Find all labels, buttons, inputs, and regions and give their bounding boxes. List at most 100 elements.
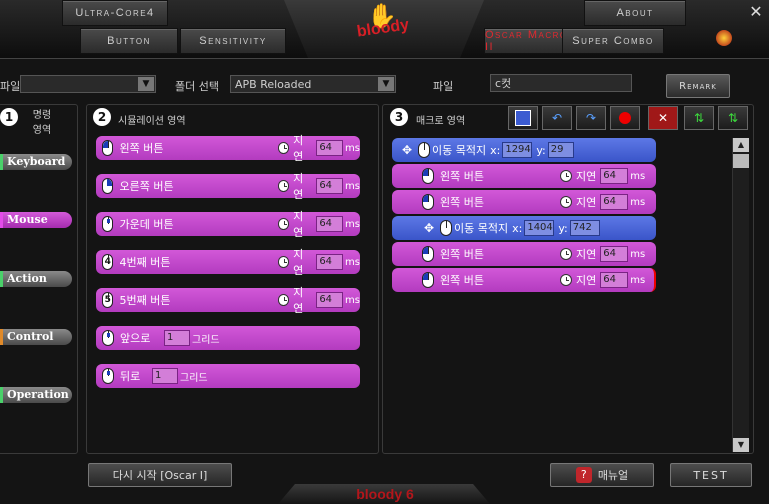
help-icon: ? [575, 467, 592, 483]
clock-icon [560, 196, 572, 208]
mouse-left-up-icon [422, 194, 434, 210]
mouse-button-5-icon: 5 [102, 292, 114, 308]
folder-select[interactable]: APB Reloaded ▼ [230, 75, 396, 93]
clock-icon [560, 248, 572, 260]
mouse-middle-icon [102, 216, 114, 232]
mouse-left-down-icon [422, 168, 434, 184]
sim-block-scroll-forward[interactable]: 앞으로 1 그리드 [96, 326, 360, 350]
category-operation[interactable]: Operation [0, 387, 72, 403]
delay-label: 지연 [576, 196, 597, 209]
macro-move-block[interactable]: ✥ 이동 목적지 x: 1404 y: 742 [392, 216, 656, 240]
delay-label: 지연 [293, 134, 304, 163]
category-control[interactable]: Control [0, 329, 72, 345]
delay-input[interactable]: 64 [316, 254, 344, 270]
macro-move-block[interactable]: ✥ 이동 목적지 x: 1294 y: 29 [392, 138, 656, 162]
lightbulb-icon[interactable] [716, 30, 732, 46]
sim-block-scroll-back[interactable]: 뒤로 1 그리드 [96, 364, 360, 388]
ms-unit: ms [345, 256, 360, 268]
category-keyboard[interactable]: Keyboard [0, 154, 72, 170]
mouse-icon [418, 142, 430, 158]
manual-button[interactable]: ? 매뉴얼 [550, 463, 654, 487]
macro-click-block[interactable]: 왼쪽 버튼 지연 64 ms [392, 190, 656, 214]
sim-block-button-4[interactable]: 4 4번째 버튼 지연 64 ms [96, 248, 360, 277]
ms-unit: ms [630, 196, 646, 208]
scroll-up-icon[interactable]: ▲ [733, 138, 749, 152]
category-action[interactable]: Action [0, 271, 72, 287]
mouse-scroll-icon [102, 368, 114, 384]
panel3-number: 3 [390, 108, 408, 126]
nav-ultra-core4[interactable]: Ultra-Core4 [62, 0, 168, 26]
panel1-number: 1 [0, 108, 18, 126]
scroll-thumb[interactable] [733, 154, 749, 168]
delay-input[interactable]: 64 [316, 140, 344, 156]
nav-sensitivity[interactable]: Sensitivity [180, 28, 286, 54]
y-label: y: [536, 143, 546, 157]
sim-block-left-button[interactable]: 왼쪽 버튼 지연 64 ms [96, 134, 360, 163]
test-button[interactable]: TEST [670, 463, 752, 487]
ms-unit: ms [345, 294, 360, 306]
y-input[interactable]: 742 [569, 220, 600, 236]
save-icon[interactable] [508, 106, 538, 130]
nav-super-combo[interactable]: Super Combo [562, 28, 664, 54]
ms-unit: ms [630, 248, 646, 260]
clock-icon [277, 218, 290, 230]
delay-label: 지연 [293, 172, 304, 201]
macro-block-label: 왼쪽 버튼 [440, 248, 484, 261]
sim-block-middle-button[interactable]: 가운데 버튼 지연 64 ms [96, 210, 360, 239]
redo-icon[interactable]: ↷ [576, 106, 606, 130]
macro-scrollbar[interactable]: ▲ ▼ [732, 138, 749, 452]
undo-icon[interactable]: ↶ [542, 106, 572, 130]
mouse-scroll-icon [102, 330, 114, 346]
clock-icon [277, 142, 290, 154]
panel1-title-line1: 명령 [32, 110, 52, 121]
nav-about[interactable]: About [584, 0, 686, 26]
close-icon[interactable]: ✕ [748, 4, 764, 20]
delay-input[interactable]: 64 [600, 194, 629, 210]
grid-count-input[interactable]: 1 [152, 368, 178, 384]
file-left-select[interactable]: ▼ [20, 75, 156, 93]
y-input[interactable]: 29 [547, 142, 574, 158]
delay-input[interactable]: 64 [600, 272, 629, 288]
sim-block-button-5[interactable]: 5 5번째 버튼 지연 64 ms [96, 286, 360, 315]
delay-label: 지연 [576, 170, 597, 183]
nav-button[interactable]: Button [80, 28, 178, 54]
remark-button[interactable]: Remark [666, 74, 730, 98]
mouse-left-down-icon [422, 246, 434, 262]
macro-click-block-selected[interactable]: 왼쪽 버튼 지연 64 ms [392, 268, 656, 292]
macro-block-label: 왼쪽 버튼 [440, 274, 484, 287]
delay-input[interactable]: 64 [316, 216, 344, 232]
sim-block-label: 가운데 버튼 [119, 218, 174, 231]
ms-unit: ms [630, 170, 646, 182]
restart-oscar-button[interactable]: 다시 시작 [Oscar I] [88, 463, 232, 487]
delay-label: 지연 [576, 248, 597, 261]
file-name-field[interactable]: c컷 [490, 74, 632, 92]
chevron-down-icon: ▼ [138, 77, 154, 91]
chevron-down-icon: ▼ [378, 77, 394, 91]
manual-label: 매뉴얼 [597, 469, 629, 482]
crosshair-icon: ✥ [401, 143, 413, 157]
category-mouse[interactable]: Mouse [0, 212, 72, 228]
delay-input[interactable]: 64 [316, 292, 344, 308]
record-icon[interactable] [610, 106, 640, 130]
delay-input[interactable]: 64 [600, 246, 629, 262]
mouse-button-4-icon: 4 [102, 254, 114, 270]
x-input[interactable]: 1404 [524, 220, 555, 236]
delete-icon[interactable]: ✕ [648, 106, 678, 130]
move-down-icon[interactable]: ⇅ [718, 106, 748, 130]
sim-block-label: 왼쪽 버튼 [119, 142, 164, 155]
move-up-icon[interactable]: ⇅ [684, 106, 714, 130]
macro-block-label: 왼쪽 버튼 [440, 170, 484, 183]
folder-select-label: 폴더 선택 [175, 80, 219, 93]
grid-count-input[interactable]: 1 [164, 330, 190, 346]
ms-unit: ms [345, 180, 360, 192]
delay-input[interactable]: 64 [600, 168, 629, 184]
x-input[interactable]: 1294 [502, 142, 533, 158]
delay-input[interactable]: 64 [316, 178, 344, 194]
clock-icon [277, 180, 290, 192]
sim-block-right-button[interactable]: 오른쪽 버튼 지연 64 ms [96, 172, 360, 201]
panel3-title: 매크로 영역 [416, 116, 466, 127]
macro-click-block[interactable]: 왼쪽 버튼 지연 64 ms [392, 242, 656, 266]
scroll-down-icon[interactable]: ▼ [733, 438, 749, 452]
mouse-right-icon [102, 178, 114, 194]
macro-click-block[interactable]: 왼쪽 버튼 지연 64 ms [392, 164, 656, 188]
